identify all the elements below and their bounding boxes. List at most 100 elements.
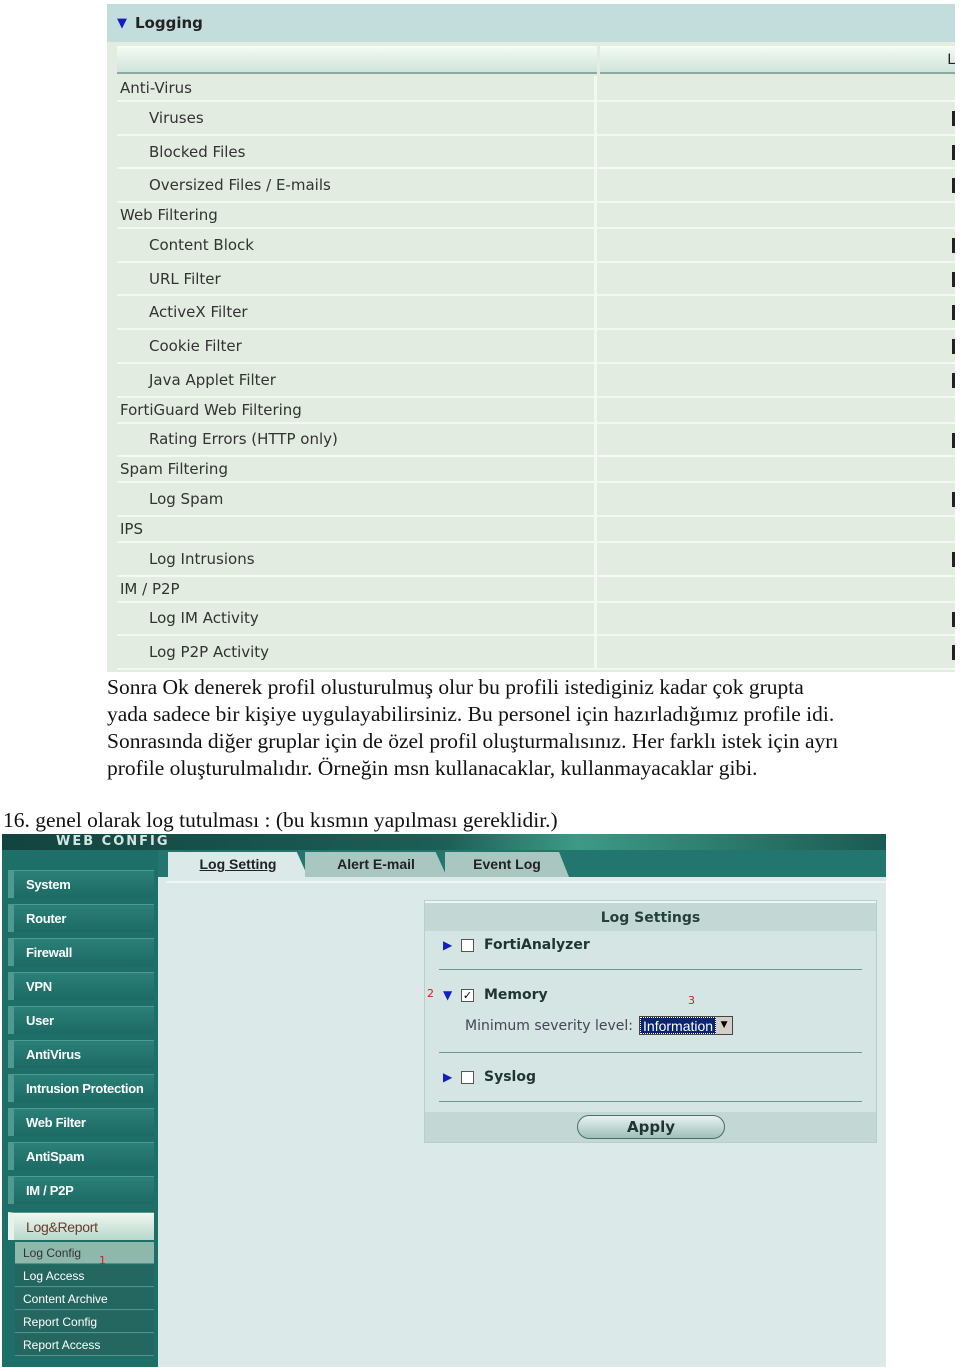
sidebar-subitem-content-archive[interactable]: Content Archive	[15, 1288, 154, 1310]
row-value[interactable]	[600, 102, 955, 134]
divider	[439, 1101, 862, 1102]
row-label: Cookie Filter	[117, 330, 597, 362]
dropdown-arrow-icon[interactable]: ▼	[716, 1017, 733, 1034]
log-option-row: ActiveX Filter	[117, 296, 955, 331]
row-label: Viruses	[117, 102, 597, 134]
sidebar-item-antispam[interactable]: AntiSpam	[8, 1142, 154, 1170]
row-value[interactable]	[600, 364, 955, 396]
annotation-1: 1	[99, 1254, 106, 1267]
row-label: Log Intrusions	[117, 542, 597, 575]
log-option-row: URL Filter	[117, 262, 955, 297]
sidebar-item-intrusion-protection[interactable]: Intrusion Protection	[8, 1074, 154, 1102]
option-syslog[interactable]: ▶ Syslog	[443, 1069, 536, 1085]
row-value[interactable]	[600, 330, 955, 362]
row-label: Content Block	[117, 229, 597, 261]
column-header-label: L	[600, 46, 955, 74]
checkbox[interactable]	[461, 1070, 474, 1084]
sidebar-subitem-log-access[interactable]: Log Access	[15, 1265, 154, 1287]
row-value	[600, 398, 955, 422]
row-label: IPS	[117, 516, 597, 541]
collapse-arrow-icon[interactable]: ▼	[443, 988, 461, 1002]
row-label: URL Filter	[117, 262, 597, 295]
category-row: Web Filtering	[117, 203, 955, 230]
row-label: ActiveX Filter	[117, 296, 597, 329]
sidebar-item-vpn[interactable]: VPN	[8, 972, 154, 1000]
log-option-row: Oversized Files / E-mails	[117, 169, 955, 204]
apply-bar: Apply	[425, 1112, 876, 1142]
sidebar-subitem-report-access[interactable]: Report Access	[15, 1334, 154, 1356]
section-heading: 16. genel olarak log tutulması : (bu kıs…	[3, 808, 558, 832]
sidebar: System Router Firewall VPN User AntiVirus Intr…	[2, 850, 158, 1367]
row-label: Log IM Activity	[117, 602, 597, 635]
sidebar-item-web-filter[interactable]: Web Filter	[8, 1108, 154, 1136]
web-config-banner: WEB CONFIG	[2, 834, 886, 850]
severity-select[interactable]: Information ▼	[639, 1016, 734, 1035]
row-label: Log Spam	[117, 483, 597, 515]
severity-row: Minimum severity level: Information ▼	[465, 1016, 734, 1035]
expand-arrow-icon[interactable]: ▶	[443, 938, 461, 952]
sidebar-item-firewall[interactable]: Firewall	[8, 938, 154, 966]
row-value[interactable]	[600, 543, 955, 575]
option-label: Syslog	[484, 1069, 536, 1085]
log-option-row: Content Block	[117, 229, 955, 263]
row-value	[600, 203, 955, 227]
tab-log-setting[interactable]: Log Setting	[168, 852, 308, 877]
logging-screenshot: ▼ Logging L Anti-Virus Viruses Blocked File…	[107, 4, 955, 672]
webconfig-screenshot: WEB CONFIG System Router Firewall VPN User An…	[2, 834, 886, 1367]
logging-header[interactable]: ▼ Logging	[107, 4, 955, 42]
apply-button[interactable]: Apply	[577, 1115, 725, 1139]
checkbox-checked[interactable]: ✓	[461, 988, 474, 1002]
row-label: Blocked Files	[117, 135, 597, 168]
column-header: L	[117, 46, 955, 74]
log-option-row: Log P2P Activity	[117, 636, 955, 670]
panel-title: Log Settings	[425, 901, 876, 931]
severity-label: Minimum severity level:	[465, 1017, 634, 1034]
sidebar-subitem-log-config[interactable]: Log Config	[15, 1242, 154, 1264]
row-value	[600, 577, 955, 601]
row-label: Oversized Files / E-mails	[117, 169, 597, 202]
expand-arrow-icon[interactable]: ▶	[443, 1070, 461, 1084]
row-value[interactable]	[600, 483, 955, 515]
log-option-row: Cookie Filter	[117, 330, 955, 364]
log-settings-panel: Log Settings ▶ FortiAnalyzer 2 ▼ ✓ Memory 3…	[424, 900, 877, 1143]
option-memory[interactable]: ▼ ✓ Memory	[443, 987, 548, 1003]
row-value	[600, 517, 955, 541]
logging-title: Logging	[135, 14, 203, 32]
tab-alert-email[interactable]: Alert E-mail	[305, 852, 447, 877]
sidebar-item-system[interactable]: System	[8, 870, 154, 898]
sidebar-item-router[interactable]: Router	[8, 904, 154, 932]
option-fortianalyzer[interactable]: ▶ FortiAnalyzer	[443, 937, 590, 953]
row-label: FortiGuard Web Filtering	[117, 397, 597, 422]
row-value	[600, 76, 955, 100]
sidebar-item-log-report[interactable]: Log&Report	[8, 1212, 154, 1240]
row-value[interactable]	[600, 263, 955, 295]
log-option-row: Log IM Activity	[117, 602, 955, 637]
row-value	[600, 457, 955, 481]
row-label: Web Filtering	[117, 203, 597, 228]
sidebar-subitem-report-config[interactable]: Report Config	[15, 1311, 154, 1333]
log-option-row: Blocked Files	[117, 135, 955, 170]
divider	[439, 969, 862, 970]
row-label: Log P2P Activity	[117, 636, 597, 668]
collapse-arrow-icon[interactable]: ▼	[117, 16, 127, 31]
row-value[interactable]	[600, 229, 955, 261]
row-value[interactable]	[600, 424, 955, 456]
tab-bar: Log Setting Alert E-mail Event Log	[158, 850, 886, 877]
option-label: FortiAnalyzer	[484, 937, 590, 953]
sidebar-item-im-p2p[interactable]: IM / P2P	[8, 1176, 154, 1204]
row-label: Rating Errors (HTTP only)	[117, 423, 597, 456]
row-value[interactable]	[600, 169, 955, 201]
checkbox[interactable]	[461, 938, 474, 952]
log-option-row: Log Intrusions	[117, 542, 955, 577]
sidebar-item-user[interactable]: User	[8, 1006, 154, 1034]
row-value[interactable]	[600, 296, 955, 328]
sidebar-item-antivirus[interactable]: AntiVirus	[8, 1040, 154, 1068]
log-option-row: Rating Errors (HTTP only)	[117, 423, 955, 458]
category-row: FortiGuard Web Filtering	[117, 397, 955, 424]
row-value[interactable]	[600, 136, 955, 168]
row-value[interactable]	[600, 603, 955, 635]
annotation-2: 2	[427, 987, 434, 1000]
row-value[interactable]	[600, 636, 955, 668]
category-row: Spam Filtering	[117, 457, 955, 484]
tab-event-log[interactable]: Event Log	[445, 852, 569, 877]
